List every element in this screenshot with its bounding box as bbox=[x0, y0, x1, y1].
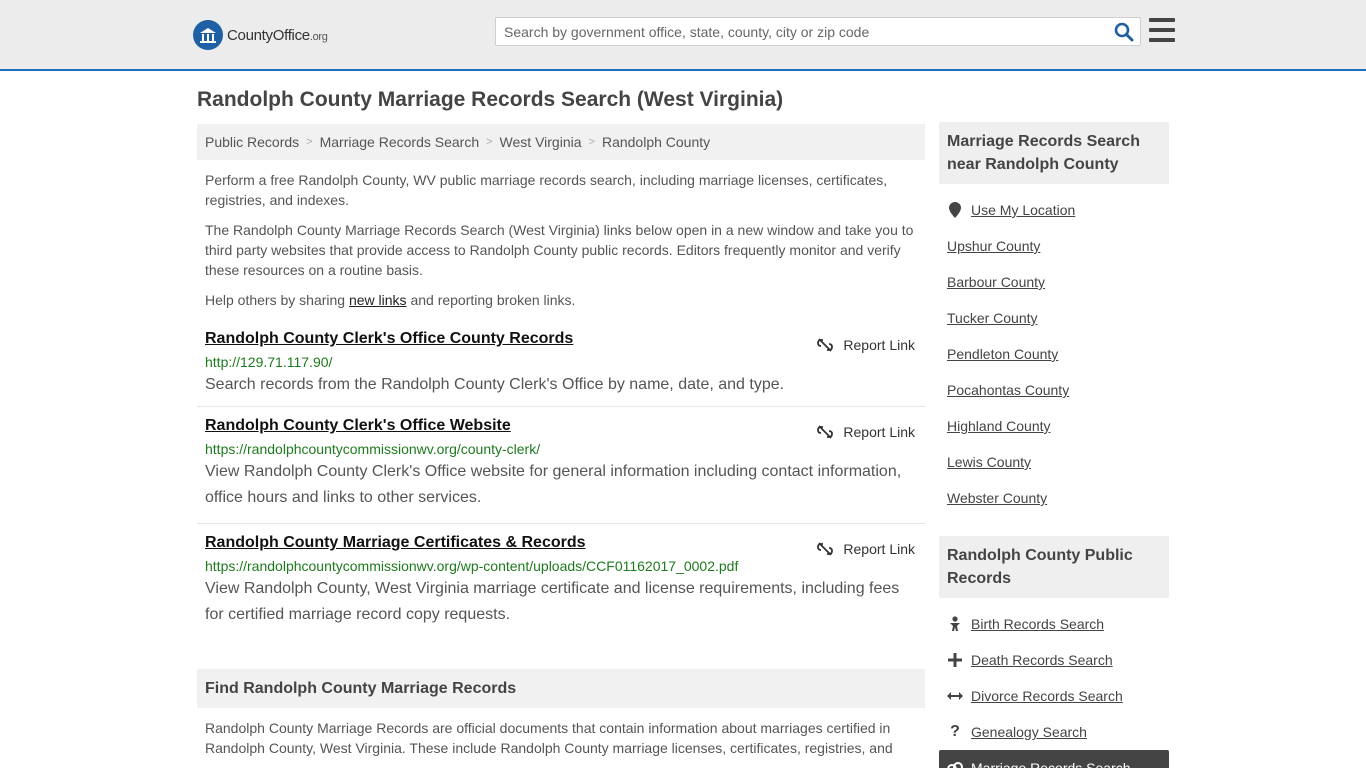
result-item: Randolph County Clerk's Office Website R… bbox=[197, 417, 925, 524]
intro-paragraph: Perform a free Randolph County, WV publi… bbox=[205, 172, 888, 208]
result-title-link[interactable]: Randolph County Clerk's Office Website bbox=[205, 417, 511, 435]
cross-icon bbox=[947, 653, 963, 667]
result-title-link[interactable]: Randolph County Clerk's Office County Re… bbox=[205, 330, 573, 348]
marriage-records-link[interactable]: Marriage Records Search bbox=[971, 760, 1131, 768]
search-input[interactable] bbox=[496, 18, 1106, 45]
public-record-item: Birth Records Search bbox=[947, 606, 1161, 642]
find-records-heading: Find Randolph County Marriage Records bbox=[197, 669, 925, 708]
nearby-county-link[interactable]: Pocahontas County bbox=[947, 382, 1069, 398]
breadcrumb-separator: > bbox=[486, 136, 493, 148]
breadcrumb-separator: > bbox=[588, 136, 595, 148]
nearby-item: Upshur County bbox=[947, 228, 1161, 264]
broken-link-icon bbox=[817, 425, 834, 439]
report-link-button[interactable]: Report Link bbox=[817, 424, 915, 440]
result-item: Randolph County Clerk's Office County Re… bbox=[197, 330, 925, 407]
nearby-county-link[interactable]: Tucker County bbox=[947, 310, 1038, 326]
birth-records-link[interactable]: Birth Records Search bbox=[971, 616, 1104, 632]
report-link-label: Report Link bbox=[843, 541, 915, 557]
public-record-item: Divorce Records Search bbox=[947, 678, 1161, 714]
question-icon: ? bbox=[950, 723, 960, 740]
use-location-item: Use My Location bbox=[947, 192, 1161, 228]
nearby-county-link[interactable]: Webster County bbox=[947, 490, 1047, 506]
seal-icon bbox=[193, 20, 223, 50]
result-url: https://randolphcountycommissionwv.org/c… bbox=[205, 441, 541, 457]
breadcrumb-west-virginia[interactable]: West Virginia bbox=[500, 134, 582, 150]
sidebar: Marriage Records Search near Randolph Co… bbox=[939, 122, 1169, 768]
search-icon bbox=[1114, 22, 1134, 42]
report-link-label: Report Link bbox=[843, 337, 915, 353]
breadcrumb-separator: > bbox=[306, 136, 313, 148]
result-description: View Randolph County, West Virginia marr… bbox=[205, 580, 900, 623]
search-button[interactable] bbox=[1114, 22, 1134, 42]
nearby-county-link[interactable]: Pendleton County bbox=[947, 346, 1058, 362]
result-description: View Randolph County Clerk's Office webs… bbox=[205, 463, 902, 506]
logo-main: CountyOffice bbox=[227, 26, 310, 44]
broken-link-icon bbox=[817, 338, 834, 352]
public-record-item: Death Records Search bbox=[947, 642, 1161, 678]
divorce-records-link[interactable]: Divorce Records Search bbox=[971, 688, 1123, 704]
menu-bar bbox=[1149, 28, 1175, 32]
nearby-county-link[interactable]: Lewis County bbox=[947, 454, 1031, 470]
nearby-county-link[interactable]: Upshur County bbox=[947, 238, 1040, 254]
nearby-county-link[interactable]: Barbour County bbox=[947, 274, 1045, 290]
find-records-text: Randolph County Marriage Records are off… bbox=[205, 720, 893, 756]
disclaimer-paragraph: The Randolph County Marriage Records Sea… bbox=[205, 222, 914, 278]
menu-bar bbox=[1149, 18, 1175, 22]
rings-icon bbox=[947, 762, 963, 768]
baby-icon bbox=[947, 616, 963, 632]
result-title-link[interactable]: Randolph County Marriage Certificates & … bbox=[205, 534, 586, 552]
nearby-county-link[interactable]: Highland County bbox=[947, 418, 1051, 434]
breadcrumb-marriage-records[interactable]: Marriage Records Search bbox=[320, 134, 480, 150]
result-url: http://129.71.117.90/ bbox=[205, 354, 333, 370]
menu-bar bbox=[1149, 38, 1175, 42]
location-pin-icon bbox=[947, 202, 963, 218]
nearby-heading: Marriage Records Search near Randolph Co… bbox=[939, 122, 1169, 184]
result-item: Randolph County Marriage Certificates & … bbox=[197, 534, 925, 644]
use-my-location-link[interactable]: Use My Location bbox=[971, 202, 1075, 218]
arrows-icon bbox=[947, 691, 963, 701]
public-records-list: Birth Records Search Death Records Searc… bbox=[939, 606, 1169, 768]
nearby-item: Pocahontas County bbox=[947, 372, 1161, 408]
search-box bbox=[495, 17, 1141, 46]
nearby-list: Use My Location Upshur County Barbour Co… bbox=[939, 192, 1169, 516]
report-link-label: Report Link bbox=[843, 424, 915, 440]
page-title: Randolph County Marriage Records Search … bbox=[197, 88, 784, 111]
nearby-item: Lewis County bbox=[947, 444, 1161, 480]
result-url: https://randolphcountycommissionwv.org/w… bbox=[205, 558, 739, 574]
hamburger-menu-button[interactable] bbox=[1149, 18, 1175, 42]
genealogy-search-link[interactable]: Genealogy Search bbox=[971, 724, 1087, 740]
site-logo[interactable]: CountyOffice.org bbox=[193, 20, 328, 50]
nearby-item: Tucker County bbox=[947, 300, 1161, 336]
public-records-heading: Randolph County Public Records bbox=[939, 536, 1169, 598]
death-records-link[interactable]: Death Records Search bbox=[971, 652, 1113, 668]
share-paragraph: Help others by sharing new links and rep… bbox=[197, 290, 925, 310]
result-description: Search records from the Randolph County … bbox=[205, 376, 785, 393]
site-header: CountyOffice.org bbox=[0, 0, 1366, 71]
breadcrumb: Public Records > Marriage Records Search… bbox=[197, 124, 925, 160]
public-record-item-active: Marriage Records Search bbox=[939, 750, 1169, 768]
nearby-item: Highland County bbox=[947, 408, 1161, 444]
logo-text: CountyOffice.org bbox=[227, 27, 328, 44]
nearby-item: Barbour County bbox=[947, 264, 1161, 300]
report-link-button[interactable]: Report Link bbox=[817, 541, 915, 557]
nearby-item: Pendleton County bbox=[947, 336, 1161, 372]
share-text-before: Help others by sharing bbox=[205, 292, 349, 308]
report-link-button[interactable]: Report Link bbox=[817, 337, 915, 353]
broken-link-icon bbox=[817, 542, 834, 556]
public-record-item: ? Genealogy Search bbox=[947, 714, 1161, 750]
breadcrumb-public-records[interactable]: Public Records bbox=[205, 134, 299, 150]
logo-suffix: .org bbox=[309, 30, 328, 43]
breadcrumb-randolph-county[interactable]: Randolph County bbox=[602, 134, 710, 150]
nearby-item: Webster County bbox=[947, 480, 1161, 516]
new-links-link[interactable]: new links bbox=[349, 292, 407, 308]
share-text-after: and reporting broken links. bbox=[406, 292, 576, 308]
main-content: Public Records > Marriage Records Search… bbox=[197, 124, 925, 758]
